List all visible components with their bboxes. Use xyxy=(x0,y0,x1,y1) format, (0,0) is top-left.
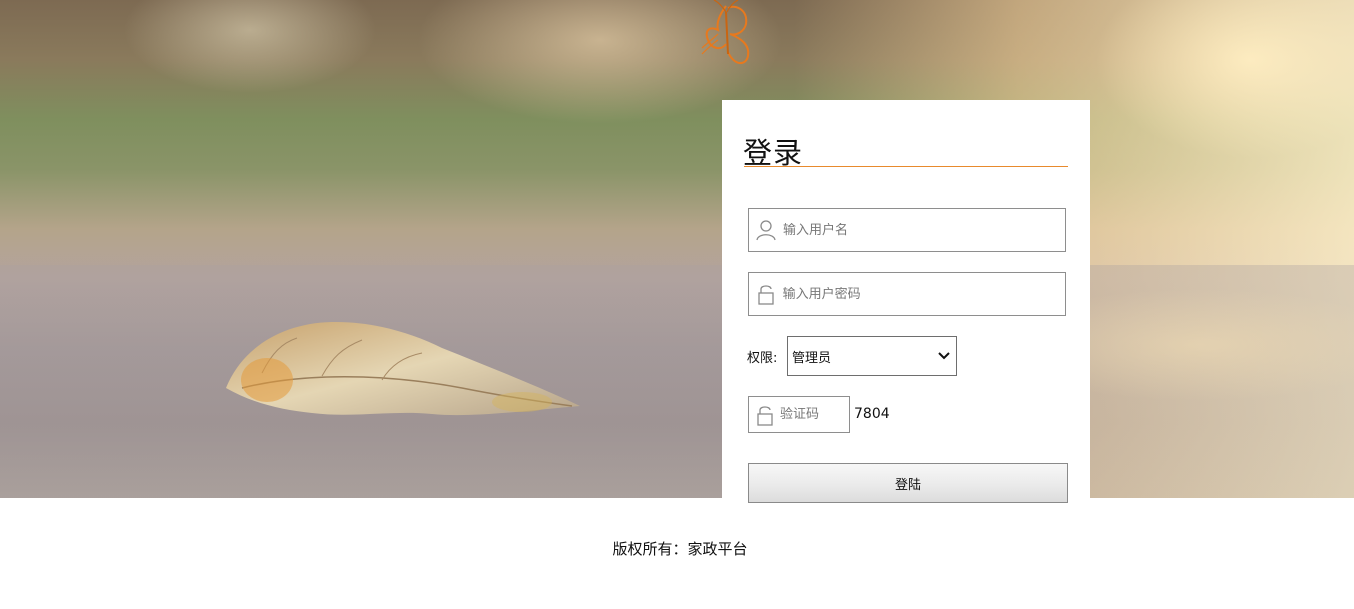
login-panel: 登录 权限: 管理员 xyxy=(722,100,1090,503)
role-selected-value: 管理员 xyxy=(792,350,832,366)
title-divider xyxy=(744,166,1068,167)
leaf-image xyxy=(226,321,580,416)
background-ground xyxy=(0,265,1354,498)
lock-icon xyxy=(756,283,776,305)
captcha-field[interactable] xyxy=(748,396,850,433)
captcha-code: 7804 xyxy=(854,406,890,422)
background-hero xyxy=(0,0,1354,498)
password-input[interactable] xyxy=(782,286,1065,302)
username-field[interactable] xyxy=(748,208,1066,252)
footer-copyright: 版权所有：家政平台 xyxy=(0,538,1354,559)
login-button[interactable]: 登陆 xyxy=(748,463,1068,503)
role-label: 权限: xyxy=(747,351,778,366)
butterfly-logo xyxy=(701,0,750,64)
username-input[interactable] xyxy=(783,222,1065,238)
lock-icon xyxy=(756,404,774,426)
user-icon xyxy=(756,219,776,241)
role-select[interactable]: 管理员 xyxy=(787,336,957,376)
password-field[interactable] xyxy=(748,272,1066,316)
copyright-text: 版权所有：家政平台 xyxy=(612,540,748,558)
captcha-input[interactable] xyxy=(780,407,849,422)
chevron-down-icon xyxy=(938,349,950,364)
